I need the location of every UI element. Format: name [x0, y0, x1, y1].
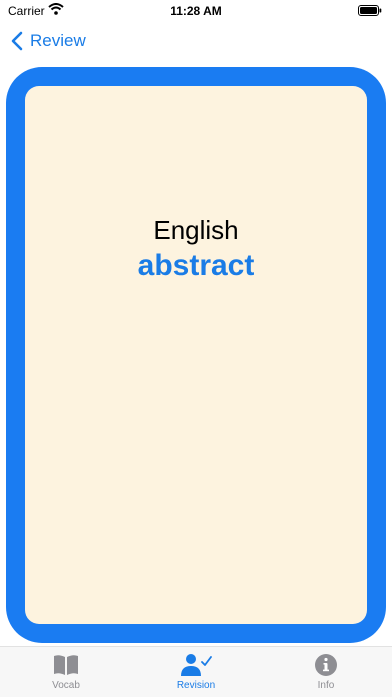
tab-label: Vocab — [52, 680, 80, 691]
person-check-icon — [181, 654, 212, 676]
tab-info[interactable]: Info — [276, 653, 376, 697]
tab-label: Revision — [176, 680, 216, 691]
card-word: abstract — [137, 249, 255, 282]
status-bar: Carrier 11:28 AM — [0, 0, 392, 22]
status-time: 11:28 AM — [170, 4, 222, 18]
tab-label: Info — [317, 680, 335, 691]
flashcard-face[interactable]: English abstract — [25, 86, 367, 624]
chevron-left-icon — [11, 31, 23, 51]
back-button[interactable]: Review — [10, 30, 86, 52]
navigation-bar: Review — [0, 26, 392, 56]
back-label: Review — [30, 31, 86, 50]
info-icon — [315, 654, 337, 676]
tab-vocab[interactable]: Vocab — [16, 653, 116, 697]
card-language: English — [153, 215, 239, 245]
flashcard[interactable]: English abstract — [6, 67, 386, 643]
tab-bar: Vocab Revision Info — [0, 646, 392, 697]
battery-icon — [358, 5, 382, 16]
tab-revision[interactable]: Revision — [146, 653, 246, 697]
book-icon — [54, 655, 78, 675]
